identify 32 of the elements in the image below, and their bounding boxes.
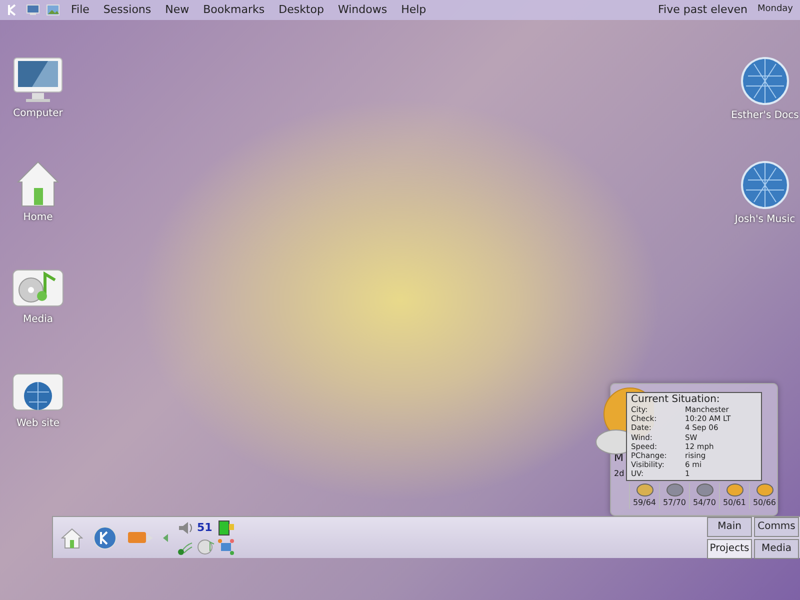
forecast-temp: 57/70 <box>662 497 686 509</box>
menu-item[interactable]: File <box>64 2 96 18</box>
desktop-pager-button[interactable]: Main <box>707 516 752 536</box>
globe-icon[interactable] <box>740 160 790 210</box>
forecast-temp: 59/64 <box>632 497 656 509</box>
k-menu-icon[interactable] <box>93 526 117 550</box>
home-icon[interactable] <box>61 526 83 548</box>
battery-icon[interactable] <box>217 519 235 537</box>
desktop-pager-button[interactable]: Comms <box>754 516 799 536</box>
clock-text[interactable]: Five past eleven <box>651 2 754 18</box>
menu-item[interactable]: Help <box>394 2 434 18</box>
menu-item[interactable]: Windows <box>330 2 394 18</box>
forecast-temp: 54/70 <box>692 497 716 509</box>
arrow-icon[interactable] <box>163 534 169 542</box>
forecast-temp: 50/66 <box>752 497 776 509</box>
house-icon[interactable] <box>16 160 60 208</box>
menu-item[interactable]: Bookmarks <box>196 2 272 18</box>
menu-item[interactable]: Sessions <box>96 2 158 18</box>
image-icon[interactable] <box>46 4 60 16</box>
menu-item[interactable]: New <box>158 2 196 18</box>
menu-item[interactable]: Desktop <box>272 2 331 18</box>
tooltip-title: Current Situation: <box>631 394 721 405</box>
speaker-icon[interactable] <box>177 520 195 536</box>
globe-icon[interactable] <box>740 56 790 106</box>
desktop-pager-button[interactable]: Media <box>754 538 799 558</box>
partial-text: 2d <box>614 468 624 480</box>
computer-icon[interactable] <box>12 56 64 104</box>
forecast-temp: 50/61 <box>722 497 746 509</box>
desktop-pager-button[interactable]: Projects <box>707 538 752 558</box>
monitor-icon[interactable] <box>26 4 40 16</box>
tray-number[interactable]: 51 <box>197 520 215 536</box>
day-text: Monday <box>756 3 794 16</box>
